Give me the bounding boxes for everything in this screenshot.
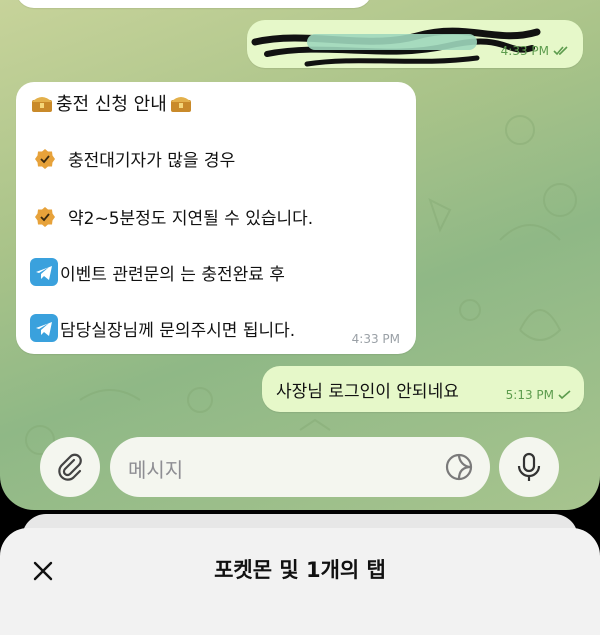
- sticker-icon[interactable]: [444, 452, 474, 482]
- single-check-icon: [558, 390, 571, 400]
- notice-line-2: 약2~5분정도 지연될 수 있습니다.: [34, 204, 313, 229]
- notice-line-4: 담당실장님께 문의주시면 됩니다.: [30, 314, 295, 342]
- treasure-chest-icon: [170, 97, 191, 112]
- double-check-icon: [553, 46, 568, 56]
- message-meta: 4:33 PM: [501, 44, 569, 58]
- chat-area: 4:33 PM 충전 신청 안내 충전대기자가 많을 경우 약2~5분정도 지연…: [0, 0, 600, 510]
- telegram-icon: [30, 314, 58, 342]
- message-time: 5:13 PM: [505, 388, 554, 402]
- sheet-title: 포켓몬 및 1개의 탭: [214, 558, 386, 582]
- verified-badge-icon: [35, 148, 55, 169]
- message-time: 4:33 PM: [351, 332, 400, 346]
- notice-line-2-text: 약2~5분정도 지연될 수 있습니다.: [68, 209, 314, 229]
- paperclip-icon: [58, 453, 82, 481]
- notice-title: 충전 신청 안내: [56, 94, 167, 115]
- microphone-icon: [517, 452, 541, 481]
- voice-record-button[interactable]: [499, 437, 559, 497]
- message-input[interactable]: 메시지: [110, 437, 490, 497]
- notice-title-row: 충전 신청 안내: [30, 90, 193, 116]
- message-bubble-clipped: [16, 0, 372, 8]
- notice-line-1: 충전대기자가 많을 경우: [34, 146, 235, 171]
- telegram-icon: [30, 258, 58, 286]
- verified-badge-icon: [35, 206, 55, 227]
- outgoing-message-text: 사장님 로그인이 안되네요: [276, 382, 459, 402]
- outgoing-message-redacted[interactable]: 4:33 PM: [247, 20, 583, 68]
- notice-line-3-text: 이벤트 관련문의 는 충전완료 후: [60, 264, 285, 285]
- message-time: 4:33 PM: [500, 44, 549, 58]
- treasure-chest-icon: [32, 97, 52, 112]
- notice-line-3: 이벤트 관련문의 는 충전완료 후: [30, 258, 285, 286]
- notice-line-4-text: 담당실장님께 문의주시면 됩니다.: [60, 320, 296, 341]
- attach-button[interactable]: [40, 437, 100, 497]
- message-meta: 5:13 PM: [506, 388, 572, 402]
- incoming-message-notice[interactable]: 충전 신청 안내 충전대기자가 많을 경우 약2~5분정도 지연될 수 있습니다…: [16, 82, 416, 354]
- message-input-placeholder: 메시지: [128, 458, 184, 482]
- notice-line-1-text: 충전대기자가 많을 경우: [68, 151, 236, 171]
- outgoing-message[interactable]: 사장님 로그인이 안되네요 5:13 PM: [262, 366, 584, 412]
- tab-sheet: 포켓몬 및 1개의 탭: [0, 528, 600, 635]
